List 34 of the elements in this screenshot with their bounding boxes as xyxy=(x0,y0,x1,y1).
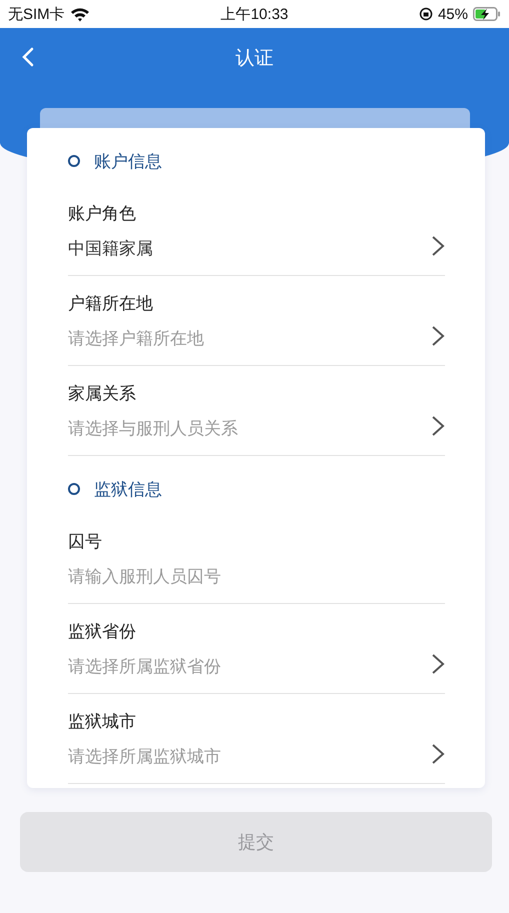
ring-icon xyxy=(68,155,80,167)
field-placeholder: 请选择与服刑人员关系 xyxy=(68,418,238,440)
form-field[interactable]: 户籍所在地 请选择户籍所在地 xyxy=(68,276,445,366)
chevron-icon xyxy=(431,234,445,258)
form-field[interactable]: 家属关系 请选择与服刑人员关系 xyxy=(68,366,445,456)
field-label: 家属关系 xyxy=(68,382,136,404)
wifi-icon xyxy=(70,6,90,22)
field-value: 中国籍家属 xyxy=(68,238,153,260)
ring-icon xyxy=(68,483,80,495)
section-title: 账户信息 xyxy=(94,150,162,172)
carrier-text: 无SIM卡 xyxy=(8,4,65,24)
field-label: 户籍所在地 xyxy=(68,292,153,314)
field-label: 囚号 xyxy=(68,530,102,552)
section-title: 监狱信息 xyxy=(94,478,162,500)
chevron-icon xyxy=(431,324,445,348)
rotation-lock-icon xyxy=(418,7,433,21)
status-time: 上午10:33 xyxy=(220,4,288,24)
field-placeholder: 请选择所属监狱城市 xyxy=(68,746,221,768)
field-placeholder: 请输入服刑人员囚号 xyxy=(68,566,221,588)
field-placeholder: 请选择户籍所在地 xyxy=(68,328,204,350)
field-placeholder: 请选择所属监狱省份 xyxy=(68,656,221,678)
field-label: 监狱省份 xyxy=(68,620,136,642)
chevron-icon xyxy=(431,414,445,438)
field-label: 账户角色 xyxy=(68,202,136,224)
battery-percent: 45% xyxy=(438,6,468,22)
back-icon[interactable] xyxy=(20,46,36,68)
page-title: 认证 xyxy=(236,46,274,71)
form-field[interactable]: 监狱省份 请选择所属监狱省份 xyxy=(68,604,445,694)
chevron-icon xyxy=(431,652,445,676)
form-field[interactable]: 账户角色 中国籍家属 xyxy=(68,186,445,276)
field-label: 监狱城市 xyxy=(68,710,136,732)
form-field[interactable]: 监狱城市 请选择所属监狱城市 xyxy=(68,694,445,784)
chevron-icon xyxy=(431,742,445,766)
form-field[interactable]: 囚号 请输入服刑人员囚号 xyxy=(68,514,445,604)
